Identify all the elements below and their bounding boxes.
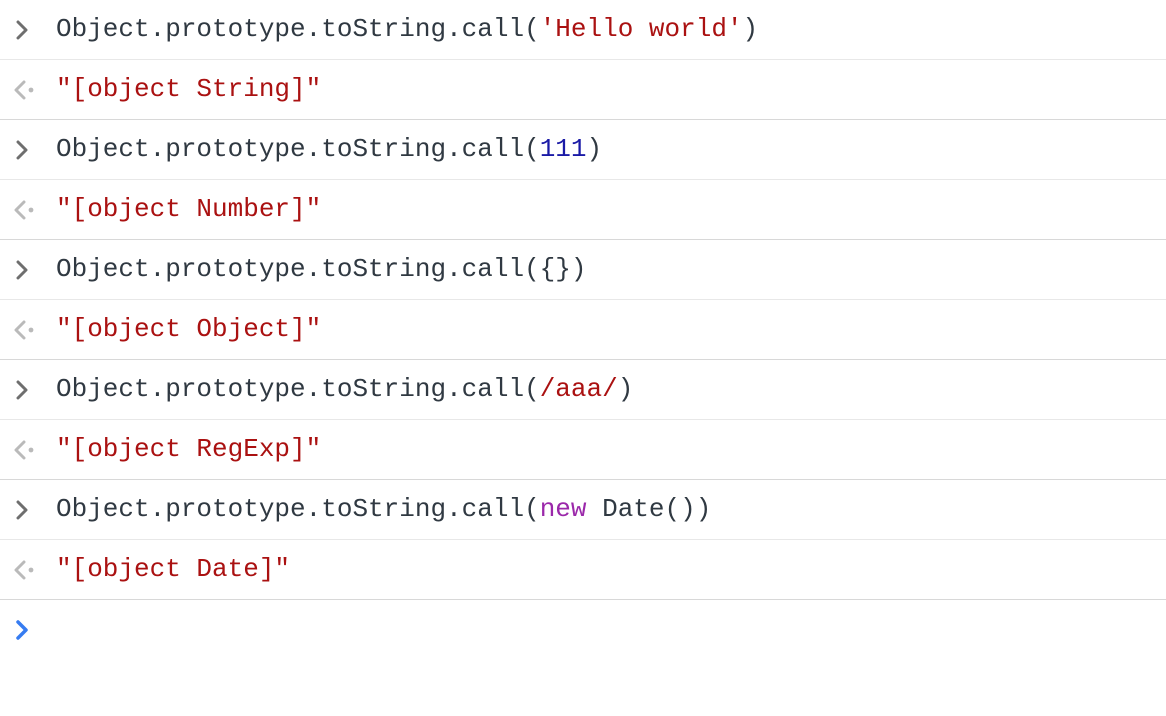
input-arrow-icon [6, 380, 50, 400]
console-output-row: "[object String]" [0, 60, 1166, 120]
console-input-code: Object.prototype.toString.call(new Date(… [50, 492, 1158, 527]
console-output-row: "[object RegExp]" [0, 420, 1166, 480]
console-output-row: "[object Date]" [0, 540, 1166, 600]
input-arrow-icon [6, 20, 50, 40]
console-input-row: Object.prototype.toString.call(new Date(… [0, 480, 1166, 540]
input-arrow-icon [6, 140, 50, 160]
output-arrow-icon [6, 200, 50, 220]
output-arrow-icon [6, 440, 50, 460]
output-arrow-icon [6, 320, 50, 340]
console-input-row: Object.prototype.toString.call('Hello wo… [0, 0, 1166, 60]
console-input-code: Object.prototype.toString.call('Hello wo… [50, 12, 1158, 47]
console-output-value: "[object Number]" [50, 192, 1158, 227]
console-output-row: "[object Object]" [0, 300, 1166, 360]
console-input-row: Object.prototype.toString.call(111) [0, 120, 1166, 180]
console-output-value: "[object RegExp]" [50, 432, 1158, 467]
console-output-row: "[object Number]" [0, 180, 1166, 240]
console-input-code: Object.prototype.toString.call(111) [50, 132, 1158, 167]
console-output-value: "[object Date]" [50, 552, 1158, 587]
input-arrow-icon [6, 500, 50, 520]
output-arrow-icon [6, 80, 50, 100]
console-output-value: "[object String]" [50, 72, 1158, 107]
console-prompt-row[interactable] [0, 600, 1166, 660]
console-input-row: Object.prototype.toString.call(/aaa/) [0, 360, 1166, 420]
input-arrow-icon [6, 260, 50, 280]
prompt-arrow-icon [6, 620, 50, 640]
console: Object.prototype.toString.call('Hello wo… [0, 0, 1166, 660]
console-output-value: "[object Object]" [50, 312, 1158, 347]
output-arrow-icon [6, 560, 50, 580]
console-input-code: Object.prototype.toString.call({}) [50, 252, 1158, 287]
console-input-code: Object.prototype.toString.call(/aaa/) [50, 372, 1158, 407]
console-input-row: Object.prototype.toString.call({}) [0, 240, 1166, 300]
